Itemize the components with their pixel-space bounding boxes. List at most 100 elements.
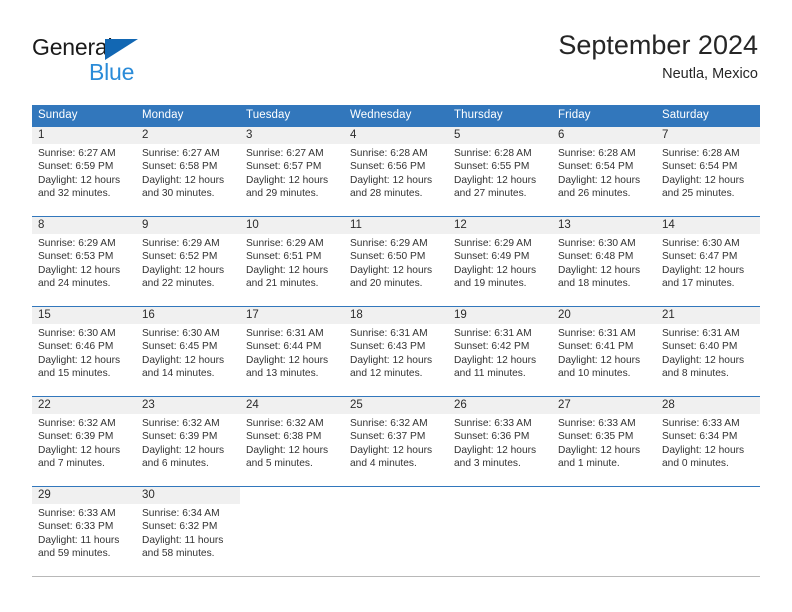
sunrise-text: Sunrise: 6:30 AM [38, 328, 116, 339]
daylight-text: Daylight: 12 hours and 21 minutes. [246, 264, 329, 290]
page-title: September 2024 [558, 30, 758, 60]
day-cell-inner [552, 487, 656, 576]
day-cell[interactable]: 5 Sunrise: 6:28 AM Sunset: 6:55 PM Dayli… [448, 126, 552, 217]
sunrise-text: Sunrise: 6:30 AM [558, 238, 636, 249]
daylight-text: Daylight: 12 hours and 20 minutes. [350, 264, 433, 290]
day-cell[interactable]: 6 Sunrise: 6:28 AM Sunset: 6:54 PM Dayli… [552, 126, 656, 217]
day-number: 13 [552, 217, 656, 234]
daylight-text: Daylight: 12 hours and 12 minutes. [350, 354, 433, 380]
sunset-text: Sunset: 6:39 PM [38, 431, 114, 443]
daylight-text: Daylight: 12 hours and 11 minutes. [454, 354, 537, 380]
day-cell[interactable]: 29 Sunrise: 6:33 AM Sunset: 6:33 PM Dayl… [32, 486, 136, 577]
day-cell[interactable]: 10 Sunrise: 6:29 AM Sunset: 6:51 PM Dayl… [240, 216, 344, 307]
day-cell[interactable]: 23 Sunrise: 6:32 AM Sunset: 6:39 PM Dayl… [136, 396, 240, 487]
day-cell[interactable]: 26 Sunrise: 6:33 AM Sunset: 6:36 PM Dayl… [448, 396, 552, 487]
day-details: Sunrise: 6:27 AM Sunset: 6:59 PM Dayligh… [32, 144, 136, 201]
day-number: 12 [448, 217, 552, 234]
day-cell[interactable]: 21 Sunrise: 6:31 AM Sunset: 6:40 PM Dayl… [656, 306, 760, 397]
sunset-text: Sunset: 6:32 PM [142, 521, 218, 533]
sunset-text: Sunset: 6:47 PM [662, 251, 738, 263]
day-cell[interactable]: 12 Sunrise: 6:29 AM Sunset: 6:49 PM Dayl… [448, 216, 552, 307]
day-cell-empty [448, 486, 552, 577]
sunrise-text: Sunrise: 6:32 AM [246, 418, 324, 429]
sunset-text: Sunset: 6:49 PM [454, 251, 530, 263]
title-block: September 2024 Neutla, Mexico [558, 28, 758, 84]
day-cell[interactable]: 2 Sunrise: 6:27 AM Sunset: 6:58 PM Dayli… [136, 126, 240, 217]
day-details: Sunrise: 6:33 AM Sunset: 6:33 PM Dayligh… [32, 504, 136, 561]
day-cell[interactable]: 24 Sunrise: 6:32 AM Sunset: 6:38 PM Dayl… [240, 396, 344, 487]
sunset-text: Sunset: 6:57 PM [246, 161, 322, 173]
day-cell-inner: 19 Sunrise: 6:31 AM Sunset: 6:42 PM Dayl… [448, 307, 552, 396]
day-details: Sunrise: 6:30 AM Sunset: 6:46 PM Dayligh… [32, 324, 136, 381]
day-cell[interactable]: 30 Sunrise: 6:34 AM Sunset: 6:32 PM Dayl… [136, 486, 240, 577]
day-cell-empty [240, 486, 344, 577]
daylight-text: Daylight: 12 hours and 5 minutes. [246, 444, 329, 470]
weekday-header-saturday: Saturday [656, 105, 760, 127]
day-number: 17 [240, 307, 344, 324]
day-cell[interactable]: 9 Sunrise: 6:29 AM Sunset: 6:52 PM Dayli… [136, 216, 240, 307]
day-cell[interactable]: 11 Sunrise: 6:29 AM Sunset: 6:50 PM Dayl… [344, 216, 448, 307]
day-cell[interactable]: 18 Sunrise: 6:31 AM Sunset: 6:43 PM Dayl… [344, 306, 448, 397]
day-cell-inner: 11 Sunrise: 6:29 AM Sunset: 6:50 PM Dayl… [344, 217, 448, 306]
sunrise-text: Sunrise: 6:32 AM [38, 418, 116, 429]
day-number: 30 [136, 487, 240, 504]
daylight-text: Daylight: 12 hours and 0 minutes. [662, 444, 745, 470]
day-cell-inner [656, 487, 760, 576]
daylight-text: Daylight: 12 hours and 13 minutes. [246, 354, 329, 380]
day-number: 15 [32, 307, 136, 324]
day-cell[interactable]: 1 Sunrise: 6:27 AM Sunset: 6:59 PM Dayli… [32, 126, 136, 217]
sunrise-text: Sunrise: 6:34 AM [142, 508, 220, 519]
day-cell[interactable]: 22 Sunrise: 6:32 AM Sunset: 6:39 PM Dayl… [32, 396, 136, 487]
sunrise-text: Sunrise: 6:33 AM [454, 418, 532, 429]
day-cell-inner: 12 Sunrise: 6:29 AM Sunset: 6:49 PM Dayl… [448, 217, 552, 306]
page-header: General Blue September 2024 Neutla, Mexi… [0, 0, 792, 98]
day-cell[interactable]: 7 Sunrise: 6:28 AM Sunset: 6:54 PM Dayli… [656, 126, 760, 217]
weekday-header-monday: Monday [136, 105, 240, 127]
day-cell[interactable]: 8 Sunrise: 6:29 AM Sunset: 6:53 PM Dayli… [32, 216, 136, 307]
day-details: Sunrise: 6:31 AM Sunset: 6:42 PM Dayligh… [448, 324, 552, 381]
day-cell[interactable]: 3 Sunrise: 6:27 AM Sunset: 6:57 PM Dayli… [240, 126, 344, 217]
day-number: 28 [656, 397, 760, 414]
day-cell[interactable]: 27 Sunrise: 6:33 AM Sunset: 6:35 PM Dayl… [552, 396, 656, 487]
day-cell-inner: 16 Sunrise: 6:30 AM Sunset: 6:45 PM Dayl… [136, 307, 240, 396]
blue-triangle-icon [105, 39, 138, 60]
day-details: Sunrise: 6:28 AM Sunset: 6:54 PM Dayligh… [552, 144, 656, 201]
day-cell[interactable]: 28 Sunrise: 6:33 AM Sunset: 6:34 PM Dayl… [656, 396, 760, 487]
daylight-text: Daylight: 12 hours and 1 minute. [558, 444, 641, 470]
day-number: 26 [448, 397, 552, 414]
day-cell-inner: 20 Sunrise: 6:31 AM Sunset: 6:41 PM Dayl… [552, 307, 656, 396]
day-details: Sunrise: 6:27 AM Sunset: 6:57 PM Dayligh… [240, 144, 344, 201]
day-number: 3 [240, 127, 344, 144]
sunset-text: Sunset: 6:38 PM [246, 431, 322, 443]
calendar-table: Sunday Monday Tuesday Wednesday Thursday… [32, 105, 760, 577]
sunset-text: Sunset: 6:35 PM [558, 431, 634, 443]
day-cell[interactable]: 17 Sunrise: 6:31 AM Sunset: 6:44 PM Dayl… [240, 306, 344, 397]
day-cell[interactable]: 15 Sunrise: 6:30 AM Sunset: 6:46 PM Dayl… [32, 306, 136, 397]
day-number: 5 [448, 127, 552, 144]
calendar-week-row: 22 Sunrise: 6:32 AM Sunset: 6:39 PM Dayl… [32, 396, 760, 487]
day-cell[interactable]: 20 Sunrise: 6:31 AM Sunset: 6:41 PM Dayl… [552, 306, 656, 397]
logo-top-row: General [32, 34, 262, 61]
day-cell[interactable]: 13 Sunrise: 6:30 AM Sunset: 6:48 PM Dayl… [552, 216, 656, 307]
sunset-text: Sunset: 6:56 PM [350, 161, 426, 173]
general-blue-logo[interactable]: General Blue [32, 34, 262, 90]
day-cell[interactable]: 19 Sunrise: 6:31 AM Sunset: 6:42 PM Dayl… [448, 306, 552, 397]
sunrise-text: Sunrise: 6:29 AM [142, 238, 220, 249]
day-cell-empty [656, 486, 760, 577]
sunset-text: Sunset: 6:44 PM [246, 341, 322, 353]
day-cell[interactable]: 25 Sunrise: 6:32 AM Sunset: 6:37 PM Dayl… [344, 396, 448, 487]
day-cell-inner: 8 Sunrise: 6:29 AM Sunset: 6:53 PM Dayli… [32, 217, 136, 306]
sunrise-text: Sunrise: 6:30 AM [142, 328, 220, 339]
sunrise-text: Sunrise: 6:29 AM [246, 238, 324, 249]
day-cell[interactable]: 16 Sunrise: 6:30 AM Sunset: 6:45 PM Dayl… [136, 306, 240, 397]
day-number: 11 [344, 217, 448, 234]
day-cell[interactable]: 14 Sunrise: 6:30 AM Sunset: 6:47 PM Dayl… [656, 216, 760, 307]
calendar-week-row: 29 Sunrise: 6:33 AM Sunset: 6:33 PM Dayl… [32, 486, 760, 577]
day-cell-inner [240, 487, 344, 576]
day-details: Sunrise: 6:33 AM Sunset: 6:34 PM Dayligh… [656, 414, 760, 471]
sunset-text: Sunset: 6:52 PM [142, 251, 218, 263]
day-details: Sunrise: 6:29 AM Sunset: 6:50 PM Dayligh… [344, 234, 448, 291]
day-cell[interactable]: 4 Sunrise: 6:28 AM Sunset: 6:56 PM Dayli… [344, 126, 448, 217]
day-number: 16 [136, 307, 240, 324]
day-details: Sunrise: 6:30 AM Sunset: 6:48 PM Dayligh… [552, 234, 656, 291]
